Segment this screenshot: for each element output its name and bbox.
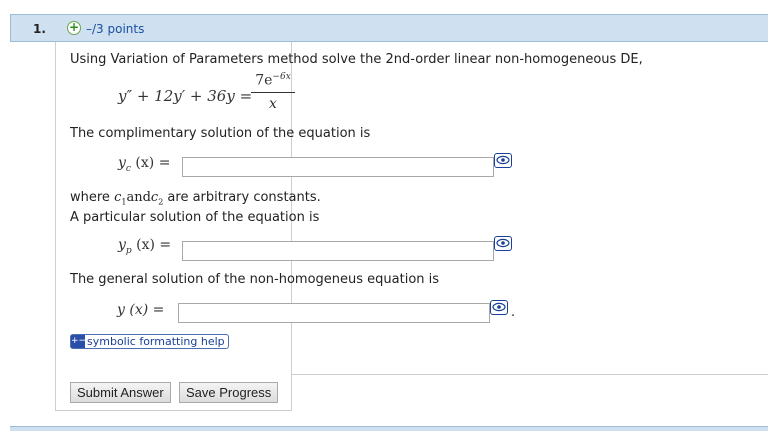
equation-lhs: y″ + 12y′ + 36y = [118,87,252,105]
general-lhs: y (x) = [117,302,164,318]
yp-var: y [118,237,126,253]
preview-eye-icon[interactable] [494,153,512,168]
symbolic-help-link[interactable]: +− symbolic formatting help [70,334,229,349]
complementary-answer-input[interactable] [182,157,494,177]
general-lhs-text: y (x) = [117,302,165,318]
question-number: 1. [33,22,46,36]
expand-plus-icon[interactable]: + [67,21,81,35]
general-answer-input[interactable] [178,303,490,323]
equation-fraction: 7e−6x x [251,72,295,112]
constants-math: c1andc2 [114,190,164,207]
particular-answer-input[interactable] [182,241,494,261]
points-link[interactable]: –/3 points [86,22,144,36]
yc-var: y [118,155,126,171]
yp-arg: (x) = [131,237,172,253]
preview-eye-icon[interactable] [494,236,512,251]
constants-where: where [70,190,110,205]
particular-lhs: yp (x) = [118,237,171,256]
numerator-base: 7e [255,72,273,89]
and-text: and [126,190,151,205]
yc-arg: (x) = [130,155,171,171]
question-header: 1. + –/3 points [10,14,768,42]
particular-label: A particular solution of the equation is [70,210,320,225]
fraction-bar [251,92,295,93]
numerator-exponent: −6x [272,72,291,82]
save-progress-button[interactable]: Save Progress [179,382,279,403]
general-period: . [511,305,516,320]
next-question-header [10,426,768,431]
plus-minus-icon: +− [71,335,87,348]
c2-sub: 2 [158,197,164,207]
preview-eye-icon[interactable] [490,300,508,315]
constants-tail: are arbitrary constants. [167,190,321,205]
fraction-denominator: x [269,96,277,112]
panel-divider [291,374,768,375]
constants-note: where c1andc2 are arbitrary constants. [70,190,321,207]
symbolic-help-label: symbolic formatting help [87,335,225,348]
fraction-numerator: 7e−6x [251,72,295,90]
question-prompt: Using Variation of Parameters method sol… [70,52,643,67]
equation-lhs-text: y″ + 12y′ + 36y = [118,87,253,105]
general-label: The general solution of the non-homogene… [70,272,440,287]
submit-answer-button[interactable]: Submit Answer [70,382,171,403]
complementary-lhs: yc (x) = [118,155,170,174]
complementary-label: The complimentary solution of the equati… [70,126,371,141]
